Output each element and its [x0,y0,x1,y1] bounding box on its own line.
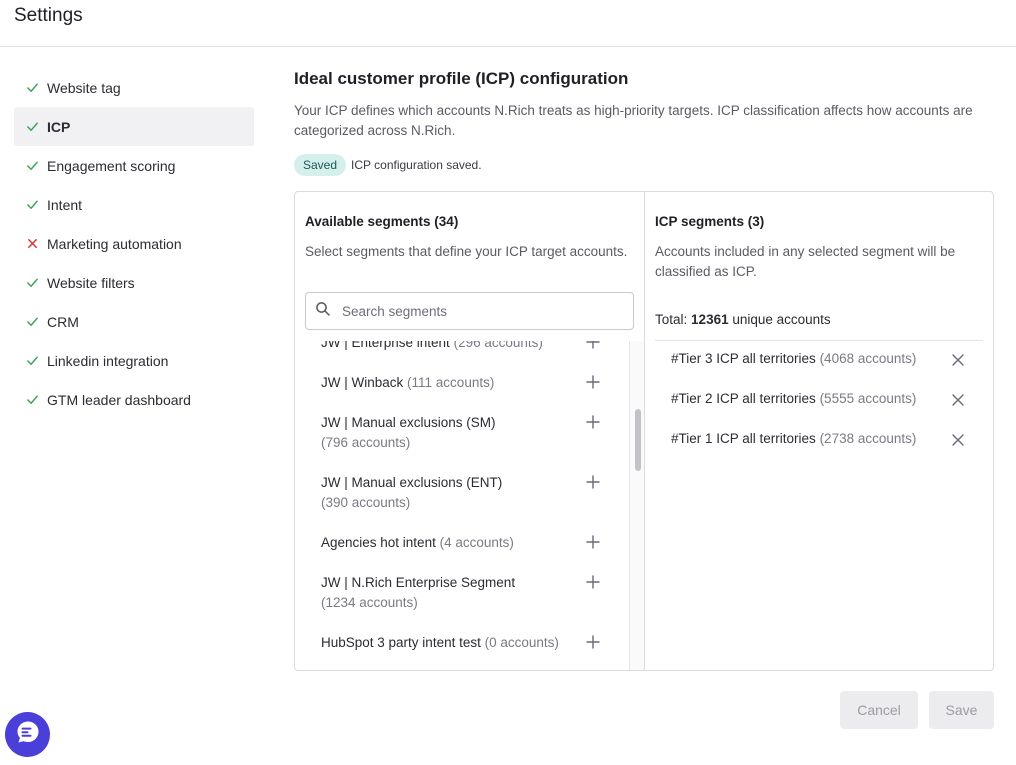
section-title: Ideal customer profile (ICP) configurati… [294,69,629,88]
search-box[interactable] [305,292,634,330]
sidebar-item-engagement-scoring[interactable]: Engagement scoring [14,146,254,185]
segment-list-item: JW | Manual exclusions (ENT) (390 accoun… [295,473,629,513]
sidebar-item-label: Engagement scoring [47,157,176,174]
sidebar-item-website-filters[interactable]: Website filters [14,263,254,302]
add-segment-plus-icon[interactable] [586,341,600,349]
available-segments-column: Available segments (34) Select segments … [295,192,645,670]
sidebar-item-gtm-leader-dashboard[interactable]: GTM leader dashboard [14,380,254,419]
icp-segments-title: ICP segments (3) [655,214,765,229]
segment-name: #Tier 2 ICP all territories [671,391,816,406]
icp-segment-item: #Tier 3 ICP all territories (4068 accoun… [671,351,981,366]
scrollbar-thumb[interactable] [635,409,641,471]
sidebar-item-icp[interactable]: ICP [14,107,254,146]
segment-count: (111 accounts) [407,375,495,390]
icp-segment-item: #Tier 1 ICP all territories (2738 accoun… [671,431,981,446]
check-icon [25,393,39,407]
sidebar-item-label: Linkedin integration [47,352,169,369]
segment-list-item: JW | Winback (111 accounts) [295,373,629,393]
settings-sidebar: Website tag ICP Engagement scoring Intent Ma… [14,68,254,419]
remove-segment-close-icon[interactable] [951,393,965,407]
add-segment-plus-icon[interactable] [586,535,600,549]
sidebar-item-crm[interactable]: CRM [14,302,254,341]
available-segments-title: Available segments (34) [305,214,459,229]
segment-count: (5555 accounts) [819,391,917,406]
icp-segments-description: Accounts included in any selected segmen… [655,244,956,279]
status-badge: Saved [294,154,347,176]
segment-name: JW | Enterprise intent [321,341,450,350]
segment-count: (4068 accounts) [819,351,917,366]
remove-segment-close-icon[interactable] [951,353,965,367]
divider [655,340,983,341]
sidebar-item-label: CRM [47,313,79,330]
check-icon [25,276,39,290]
check-icon [25,315,39,329]
page-title: Settings [14,5,83,26]
segment-name: #Tier 1 ICP all territories [671,431,816,446]
chat-launcher-button[interactable] [5,712,50,757]
segment-name: JW | Manual exclusions (SM) [321,415,496,430]
segment-list-item: HubSpot 3 party intent test (0 accounts) [295,633,629,653]
segment-count: (796 accounts) [321,435,411,450]
segment-list-item: JW | Manual exclusions (SM) (796 account… [295,413,629,453]
segments-panel: Available segments (34) Select segments … [294,191,994,671]
add-segment-plus-icon[interactable] [586,415,600,429]
segment-list-item: JW | N.Rich Enterprise Segment (1234 acc… [295,573,629,613]
total-prefix: Total: [655,312,688,327]
error-x-icon [25,237,39,251]
total-suffix: unique accounts [732,312,831,327]
sidebar-item-label: Website tag [47,79,121,96]
remove-segment-close-icon[interactable] [951,433,965,447]
section-description: Your ICP defines which accounts N.Rich t… [294,103,973,138]
total-value: 12361 [691,312,729,327]
icp-segment-item: #Tier 2 ICP all territories (5555 accoun… [671,391,981,406]
segment-count: (0 accounts) [484,635,559,650]
add-segment-plus-icon[interactable] [586,475,600,489]
search-input[interactable] [342,303,622,319]
segment-name: JW | Manual exclusions (ENT) [321,475,503,490]
save-button[interactable]: Save [929,691,994,729]
sidebar-item-intent[interactable]: Intent [14,185,254,224]
sidebar-item-label: Website filters [47,274,135,291]
total-accounts: Total: 12361 unique accounts [655,312,831,327]
check-icon [25,120,39,134]
search-icon [315,301,331,322]
add-segment-plus-icon[interactable] [586,635,600,649]
add-segment-plus-icon[interactable] [586,575,600,589]
add-segment-plus-icon[interactable] [586,375,600,389]
segment-name: Agencies hot intent [321,535,436,550]
cancel-button[interactable]: Cancel [840,691,918,729]
sidebar-item-label: Marketing automation [47,235,182,252]
segment-count: (4 accounts) [439,535,514,550]
segment-count: (390 accounts) [321,495,411,510]
segment-count: (1234 accounts) [321,595,418,610]
status-text: ICP configuration saved. [351,158,482,172]
chat-icon [15,719,41,750]
segment-list-item: JW | Enterprise intent (296 accounts) [295,341,629,353]
check-icon [25,198,39,212]
available-segments-description: Select segments that define your ICP tar… [305,244,628,259]
sidebar-item-label: ICP [47,118,71,135]
save-status: Saved ICP configuration saved. [294,154,994,176]
sidebar-item-label: Intent [47,196,83,213]
scrollbar[interactable] [629,341,644,670]
segment-count: (296 accounts) [453,341,543,350]
sidebar-item-label: GTM leader dashboard [47,391,191,408]
check-icon [25,159,39,173]
segment-name: JW | Winback [321,375,404,390]
segment-name: JW | N.Rich Enterprise Segment [321,575,516,590]
sidebar-item-website-tag[interactable]: Website tag [14,68,254,107]
segment-name: #Tier 3 ICP all territories [671,351,816,366]
icp-segments-column: ICP segments (3) Accounts included in an… [645,192,993,670]
segment-name: HubSpot 3 party intent test [321,635,481,650]
page-header: Settings [0,0,1016,47]
icp-main-section: Ideal customer profile (ICP) configurati… [294,68,994,176]
available-segments-list[interactable]: JW | Enterprise intent (296 accounts) JW … [295,341,644,670]
segment-count: (2738 accounts) [819,431,917,446]
check-icon [25,354,39,368]
sidebar-item-linkedin-integration[interactable]: Linkedin integration [14,341,254,380]
segment-list-item: Agencies hot intent (4 accounts) [295,533,629,553]
check-icon [25,81,39,95]
sidebar-item-marketing-automation[interactable]: Marketing automation [14,224,254,263]
